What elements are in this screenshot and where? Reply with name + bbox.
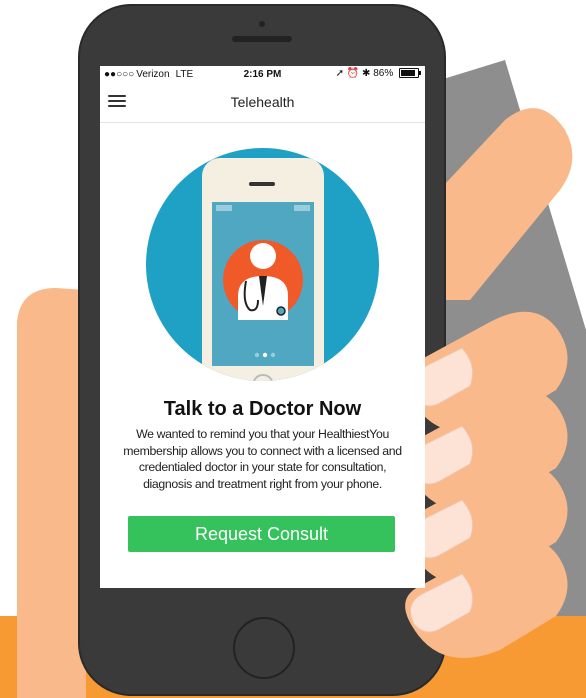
page-title: Telehealth [230, 94, 295, 110]
status-bar: ●●○○○ Verizon LTE 2:16 PM ➚ ⏰ ✱ 86% [100, 66, 425, 83]
pager-dots [254, 352, 276, 358]
request-consult-button[interactable]: Request Consult [128, 516, 395, 552]
battery-level [401, 70, 415, 77]
body-text: We wanted to remind you that your Health… [123, 427, 402, 491]
status-right: ➚ ⏰ ✱ 86% [335, 68, 421, 79]
headline: Talk to a Doctor Now [163, 398, 362, 420]
phone-speaker [232, 36, 292, 42]
battery-tip [419, 71, 421, 76]
phone-camera [259, 21, 265, 27]
phone-screen: ●●○○○ Verizon LTE 2:16 PM ➚ ⏰ ✱ 86% Telehe… [100, 66, 425, 588]
nav-bar: Telehealth [100, 83, 425, 123]
mini-phone-speaker [249, 182, 275, 186]
thumb [17, 288, 86, 698]
battery-percent: 86% [373, 68, 394, 79]
doctor-on-phone-illustration [146, 148, 379, 381]
battery-icon [399, 68, 421, 79]
status-icons: ➚ ⏰ ✱ [335, 68, 371, 79]
